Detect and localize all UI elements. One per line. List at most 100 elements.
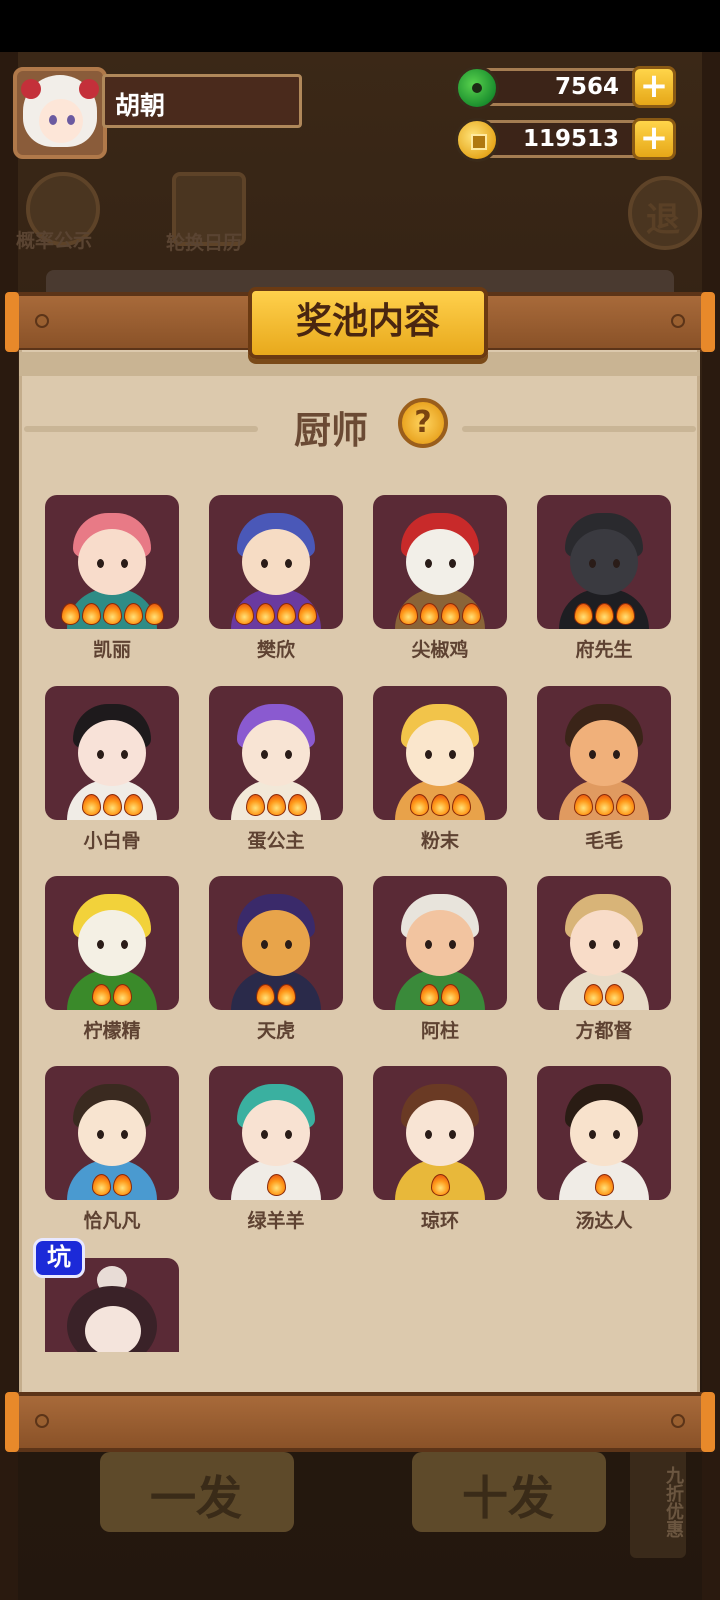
flame-icon — [277, 603, 296, 625]
flame-icon — [615, 603, 635, 625]
flame-icon — [266, 794, 286, 816]
flame-icon — [113, 984, 132, 1006]
chef-card[interactable]: 绿羊羊 — [209, 1066, 343, 1233]
flame-icon — [594, 603, 614, 625]
chef-portrait — [45, 1066, 179, 1200]
chef-name: 粉末 — [420, 830, 459, 852]
chef-portrait — [45, 495, 179, 629]
chef-name: 方都督 — [575, 1020, 633, 1042]
chef-portrait — [45, 876, 179, 1010]
chef-card[interactable]: 尖椒鸡 — [373, 495, 507, 662]
player-avatar[interactable] — [13, 67, 107, 159]
flame-icon — [573, 794, 593, 816]
star-rating — [373, 603, 507, 625]
flame-icon — [113, 1174, 132, 1196]
chef-name: 绿羊羊 — [247, 1210, 305, 1232]
chef-name: 汤达人 — [575, 1210, 633, 1232]
flame-icon — [420, 984, 439, 1006]
chef-portrait — [373, 495, 507, 629]
exit-label: 退 — [646, 200, 680, 240]
chef-portrait — [45, 686, 179, 820]
add-jade-button[interactable]: + — [632, 66, 676, 108]
chef-portrait — [209, 876, 343, 1010]
chef-card[interactable]: 樊欣 — [209, 495, 343, 662]
chef-card[interactable]: 毛毛 — [537, 686, 671, 853]
chef-card[interactable]: 方都督 — [537, 876, 671, 1043]
chef-portrait — [209, 686, 343, 820]
rotation-calendar-label: 轮换日历 — [166, 232, 243, 254]
flame-icon — [584, 984, 603, 1006]
panel-title: 奖池内容 — [248, 287, 488, 359]
star-rating — [45, 603, 179, 625]
chef-card[interactable]: 柠檬精 — [45, 876, 179, 1043]
background-right-edge — [702, 52, 720, 1600]
flame-icon — [287, 794, 307, 816]
flame-icon — [245, 794, 265, 816]
chef-card[interactable]: 蛋公主 — [209, 686, 343, 853]
section-title: 厨师 — [294, 409, 368, 452]
star-rating — [537, 1174, 671, 1196]
chef-name: 小白骨 — [83, 830, 141, 852]
star-rating — [45, 1174, 179, 1196]
status-bar — [0, 0, 720, 52]
flame-icon — [123, 794, 143, 816]
flame-icon — [430, 1174, 450, 1196]
coin-icon — [455, 118, 499, 162]
star-rating — [373, 794, 507, 816]
flame-icon — [81, 603, 101, 625]
flame-icon — [441, 603, 460, 625]
star-rating — [45, 984, 179, 1006]
chef-card[interactable]: 小白骨 — [45, 686, 179, 853]
star-rating — [537, 603, 671, 625]
star-rating — [373, 1174, 507, 1196]
chef-portrait — [373, 876, 507, 1010]
star-rating — [537, 984, 671, 1006]
help-button[interactable]: ? — [398, 398, 448, 448]
flame-icon — [60, 603, 80, 625]
flame-icon — [266, 1174, 286, 1196]
chef-name: 毛毛 — [584, 830, 623, 852]
add-coins-button[interactable]: + — [632, 118, 676, 160]
chef-portrait — [209, 495, 343, 629]
flame-icon — [123, 603, 143, 625]
flame-icon — [92, 1174, 111, 1196]
chef-portrait — [537, 1066, 671, 1200]
chef-card[interactable]: 汤达人 — [537, 1066, 671, 1233]
chef-name: 府先生 — [575, 639, 633, 661]
chef-card[interactable]: 粉末 — [373, 686, 507, 853]
ten-draw-label: 十发 — [462, 1471, 554, 1525]
chef-card[interactable]: 恰凡凡 — [45, 1066, 179, 1233]
chef-card[interactable]: 凯丽 — [45, 495, 179, 662]
chef-name: 恰凡凡 — [83, 1210, 141, 1232]
star-rating — [209, 1174, 343, 1196]
chef-name: 樊欣 — [256, 639, 295, 661]
chef-card[interactable]: 天虎 — [209, 876, 343, 1043]
flame-icon — [399, 603, 418, 625]
chef-portrait — [537, 686, 671, 820]
chef-portrait — [373, 686, 507, 820]
flame-icon — [594, 1174, 614, 1196]
chef-name: 蛋公主 — [247, 830, 305, 852]
player-name: 胡朝 — [102, 74, 302, 128]
chef-portrait — [373, 1066, 507, 1200]
flame-icon — [615, 794, 635, 816]
flame-icon — [256, 984, 275, 1006]
flame-icon — [256, 603, 275, 625]
jade-icon — [455, 66, 499, 110]
flame-icon — [102, 794, 122, 816]
chef-portrait — [209, 1066, 343, 1200]
chef-card[interactable]: 府先生 — [537, 495, 671, 662]
chef-card[interactable]: 琼环 — [373, 1066, 507, 1233]
chef-name: 尖椒鸡 — [411, 639, 469, 661]
flame-icon — [102, 603, 122, 625]
section-divider-left — [24, 426, 258, 432]
star-rating — [209, 603, 343, 625]
chef-portrait — [537, 495, 671, 629]
background-left-edge — [0, 52, 18, 1600]
chef-name: 阿柱 — [420, 1020, 459, 1042]
flame-icon — [451, 794, 471, 816]
chef-card[interactable]: 阿柱 — [373, 876, 507, 1043]
flame-icon — [573, 603, 593, 625]
flame-icon — [462, 603, 481, 625]
flame-icon — [409, 794, 429, 816]
